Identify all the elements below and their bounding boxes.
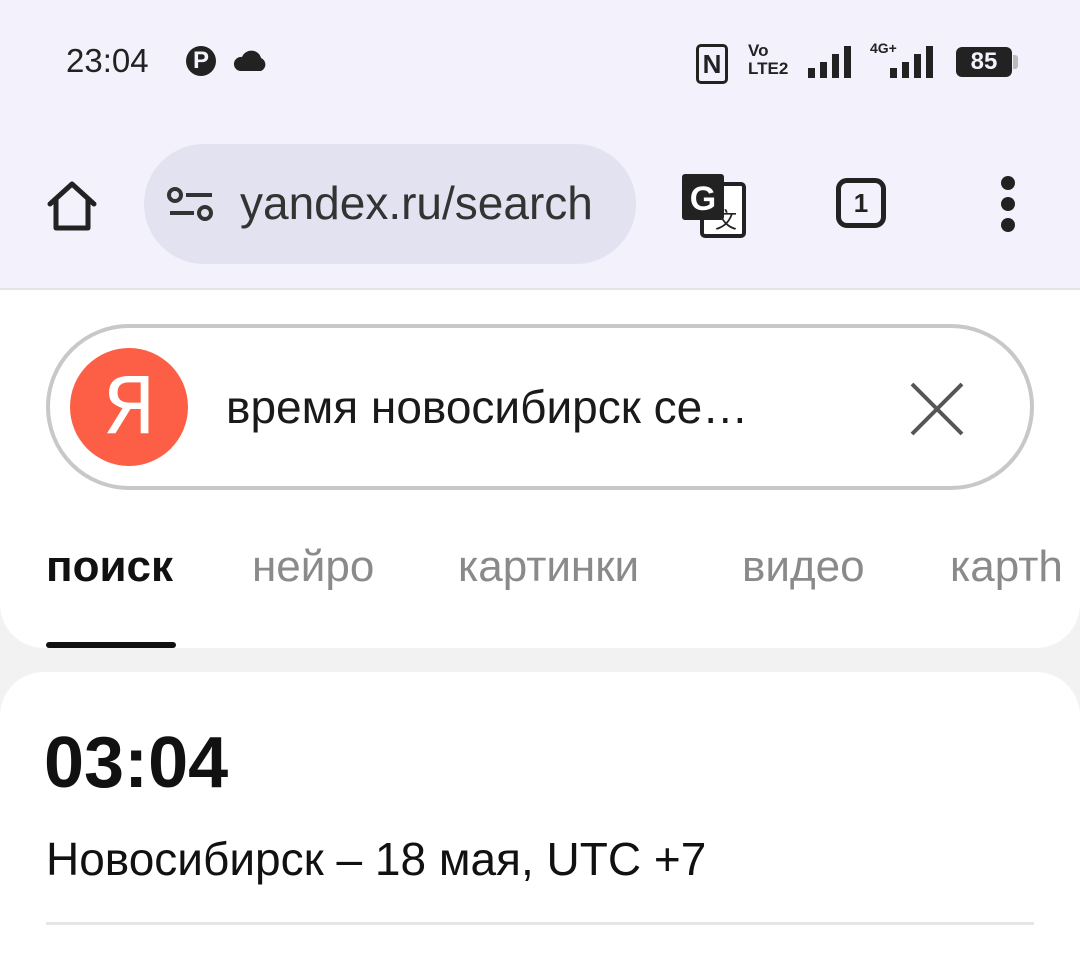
- battery-tip: [1013, 55, 1018, 69]
- signal-sim1-icon: [808, 46, 851, 78]
- volte-top-label: Vo: [748, 41, 769, 60]
- signal-sim2-icon: [890, 46, 933, 78]
- more-menu-icon[interactable]: [996, 176, 1020, 236]
- close-icon[interactable]: [908, 380, 966, 438]
- status-time: 23:04: [66, 42, 149, 79]
- tab-video[interactable]: видео: [742, 542, 865, 592]
- translate-icon[interactable]: G 文: [680, 172, 748, 240]
- result-location-date: Новосибирск – 18 мая, UTC +7: [46, 833, 707, 885]
- result-divider: [46, 922, 1034, 925]
- volte-icon: Vo LTE2: [748, 42, 788, 78]
- search-box[interactable]: Я время новосибирск се…: [46, 324, 1034, 490]
- svg-text:G: G: [690, 180, 716, 218]
- url-text[interactable]: yandex.ru/search: [240, 176, 593, 230]
- url-bar[interactable]: yandex.ru/search: [144, 144, 636, 264]
- search-header: Я время новосибирск се… поиск нейро карт…: [0, 290, 1080, 648]
- nfc-icon: N: [696, 44, 728, 84]
- tab-images[interactable]: картинки: [458, 542, 639, 592]
- time-result-card: 03:04 Новосибирск – 18 мая, UTC +7: [0, 672, 1080, 972]
- svg-text:文: 文: [715, 209, 737, 234]
- browser-toolbar: yandex.ru/search G 文 1: [0, 120, 1080, 288]
- yandex-logo-letter: Я: [101, 362, 157, 452]
- cloud-icon: [233, 50, 266, 71]
- tab-neuro[interactable]: нейро: [252, 542, 374, 592]
- site-settings-icon[interactable]: [166, 186, 216, 222]
- tabs-icon[interactable]: 1: [836, 178, 886, 228]
- tab-maps[interactable]: картh: [950, 542, 1063, 592]
- battery-icon: 85: [956, 47, 1012, 77]
- status-bar: 23:04 P N Vo LTE2 4G+ 85: [0, 0, 1080, 120]
- tab-search[interactable]: поиск: [46, 542, 173, 592]
- yandex-logo-icon[interactable]: Я: [70, 348, 188, 466]
- search-input[interactable]: время новосибирск се…: [226, 380, 748, 434]
- pinterest-icon: P: [186, 46, 216, 76]
- result-time: 03:04: [44, 723, 229, 803]
- active-tab-indicator: [46, 642, 176, 648]
- home-icon[interactable]: [42, 176, 102, 236]
- volte-bottom-label: LTE2: [748, 59, 789, 78]
